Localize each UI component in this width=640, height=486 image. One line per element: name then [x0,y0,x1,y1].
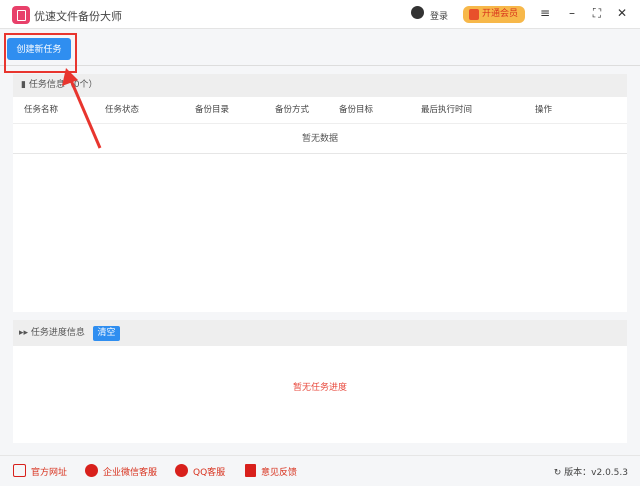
menu-icon[interactable]: ≡ [537,6,553,20]
maximize-icon[interactable]: ⛶ [589,6,605,21]
col-source: 备份目录 [195,105,230,115]
title-bar: 优速文件备份大师 登录 开通会员 ≡ – ⛶ ✕ [0,0,640,29]
refresh-icon[interactable]: ↻ [554,468,562,478]
minimize-icon[interactable]: – [564,6,580,20]
vip-button[interactable]: 开通会员 [463,6,525,23]
progress-panel: ▸▸ 任务进度信息 清空 暂无任务进度 [13,320,627,443]
app-logo-icon [12,6,30,24]
col-target: 备份目标 [339,105,374,115]
task-count-label: 任务信息（0个） [28,80,98,90]
col-actions: 操作 [535,105,553,115]
col-last-run: 最后执行时间 [421,105,473,115]
qq-support-link[interactable]: QQ客服 [193,465,225,478]
col-status: 任务状态 [105,105,140,115]
highlight-box [4,33,77,73]
feedback-link[interactable]: 意见反馈 [261,465,297,478]
version-label: ↻ 版本：v2.0.5.3 [554,465,628,478]
empty-progress: 暂无任务进度 [292,383,347,393]
progress-title: 任务进度信息 [30,328,85,338]
website-icon [13,464,26,477]
version-text: 版本：v2.0.5.3 [564,468,628,478]
footer: 官方网址 企业微信客服 QQ客服 意见反馈 ↻ 版本：v2.0.5.3 [0,455,640,486]
clear-button[interactable]: 清空 [93,326,120,341]
close-icon[interactable]: ✕ [614,6,630,20]
qq-icon [175,464,188,477]
wechat-support-link[interactable]: 企业微信客服 [103,465,157,478]
task-panel: ▮ 任务信息（0个） 任务名称 任务状态 备份目录 备份方式 备份目标 最后执行… [13,74,627,312]
table-header: 任务名称 任务状态 备份目录 备份方式 备份目标 最后执行时间 操作 [13,97,627,124]
user-icon[interactable] [411,6,424,19]
login-link[interactable]: 登录 [430,9,448,22]
empty-tasks: 暂无数据 [13,124,627,154]
feedback-icon [245,464,256,477]
col-method: 备份方式 [275,105,310,115]
toolbar [0,29,640,66]
website-link[interactable]: 官方网址 [31,465,67,478]
progress-panel-header: ▸▸ 任务进度信息 清空 [13,320,627,346]
app-title: 优速文件备份大师 [34,10,122,23]
task-panel-header: ▮ 任务信息（0个） [13,74,627,97]
wechat-icon [85,464,98,477]
col-name: 任务名称 [24,105,59,115]
